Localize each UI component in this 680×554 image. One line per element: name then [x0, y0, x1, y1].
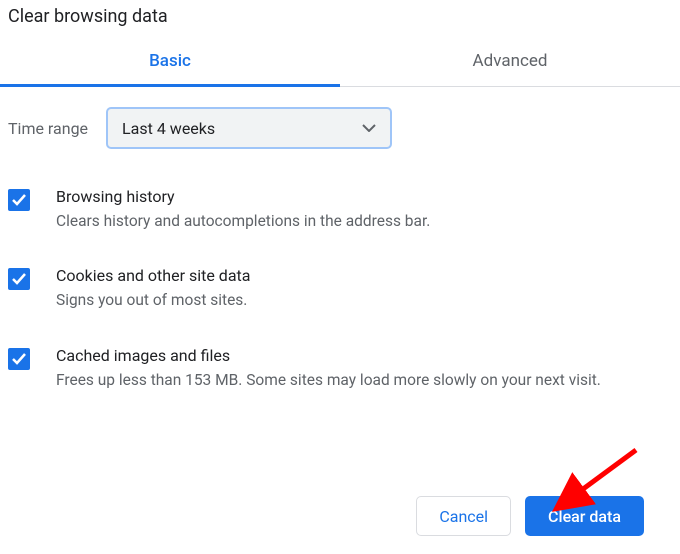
checkbox-cookies[interactable]: [8, 268, 30, 290]
tabs: Basic Advanced: [0, 37, 680, 87]
option-title: Cookies and other site data: [56, 266, 672, 289]
time-range-select[interactable]: Last 4 weeks: [106, 107, 392, 149]
option-browsing-history: Browsing history Clears history and auto…: [8, 177, 672, 256]
time-range-value: Last 4 weeks: [122, 119, 215, 138]
checkbox-browsing-history[interactable]: [8, 189, 30, 211]
time-range-label: Time range: [8, 119, 88, 138]
cancel-button[interactable]: Cancel: [416, 496, 511, 536]
option-text: Cookies and other site data Signs you ou…: [56, 266, 672, 311]
option-cached: Cached images and files Frees up less th…: [8, 336, 672, 415]
dialog-title: Clear browsing data: [0, 0, 680, 37]
option-desc: Frees up less than 153 MB. Some sites ma…: [56, 369, 672, 391]
option-text: Cached images and files Frees up less th…: [56, 346, 672, 391]
checkmark-icon: [11, 352, 27, 366]
option-desc: Signs you out of most sites.: [56, 289, 672, 311]
checkmark-icon: [11, 193, 27, 207]
option-cookies: Cookies and other site data Signs you ou…: [8, 256, 672, 335]
option-title: Cached images and files: [56, 346, 672, 369]
option-title: Browsing history: [56, 187, 672, 210]
dialog-content: Time range Last 4 weeks Browsing history…: [0, 87, 680, 415]
tab-basic[interactable]: Basic: [0, 37, 340, 86]
option-desc: Clears history and autocompletions in th…: [56, 210, 672, 232]
option-text: Browsing history Clears history and auto…: [56, 187, 672, 232]
time-range-row: Time range Last 4 weeks: [8, 107, 672, 177]
chevron-down-icon: [362, 124, 376, 132]
clear-data-button[interactable]: Clear data: [525, 496, 644, 536]
dialog-footer: Cancel Clear data: [416, 496, 644, 536]
checkmark-icon: [11, 272, 27, 286]
checkbox-cached[interactable]: [8, 348, 30, 370]
tab-advanced[interactable]: Advanced: [340, 37, 680, 86]
options-list: Browsing history Clears history and auto…: [8, 177, 672, 415]
